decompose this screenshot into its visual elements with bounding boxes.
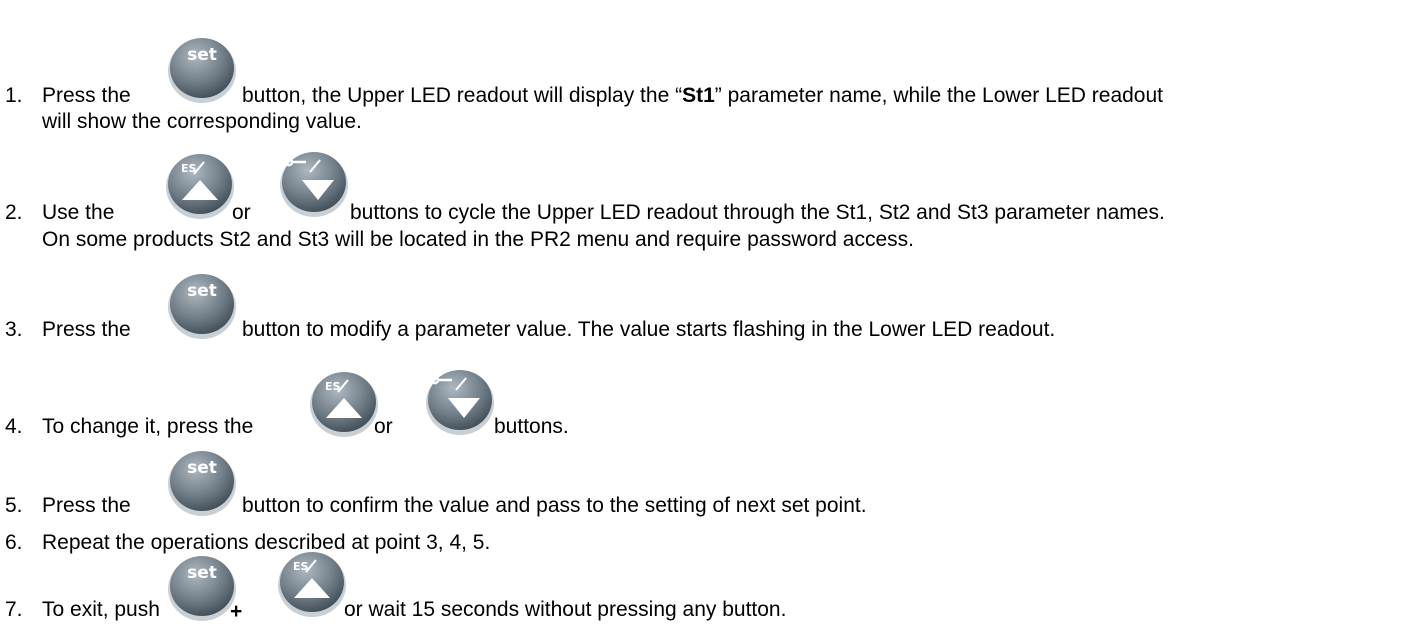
step-text: buttons to cycle the Upper LED readout t… — [350, 201, 1165, 224]
step-number: 6. — [5, 531, 23, 554]
step-text: or — [374, 415, 393, 438]
plus-sign: + — [230, 600, 243, 623]
set-button-icon — [168, 556, 236, 621]
up-button-icon — [165, 153, 235, 220]
step-text-continued: will show the corresponding value. — [42, 110, 362, 133]
step-number: 3. — [5, 318, 23, 341]
step-text: Press the — [42, 318, 131, 341]
step-text: or — [232, 201, 251, 224]
step-text: To exit, push — [42, 598, 160, 621]
step-text: Press the — [42, 84, 131, 107]
up-button-icon — [309, 371, 379, 438]
down-button-icon — [278, 150, 350, 218]
down-button-icon — [424, 368, 496, 436]
step-text: Press the — [42, 494, 131, 517]
step-number: 1. — [5, 84, 23, 107]
step-text: Repeat the operations described at point… — [42, 531, 491, 554]
set-button-icon — [168, 274, 236, 339]
step-text: button, the Upper LED readout will displ… — [242, 84, 1163, 107]
step-text: To change it, press the — [42, 415, 254, 438]
step-number: 4. — [5, 415, 23, 438]
step-number: 5. — [5, 494, 23, 517]
parameter-name: St1 — [682, 84, 715, 107]
set-button-icon — [168, 38, 236, 103]
set-button-icon — [168, 451, 236, 516]
up-button-icon — [277, 551, 347, 618]
step-text: or wait 15 seconds without pressing any … — [344, 598, 787, 621]
step-text: button to modify a parameter value. The … — [242, 318, 1056, 341]
step-number: 7. — [5, 598, 23, 621]
step-number: 2. — [5, 201, 23, 224]
step-text: buttons. — [494, 415, 569, 438]
step-text-continued: On some products St2 and St3 will be loc… — [42, 228, 914, 251]
step-text: button to confirm the value and pass to … — [242, 494, 867, 517]
step-text: Use the — [42, 201, 115, 224]
